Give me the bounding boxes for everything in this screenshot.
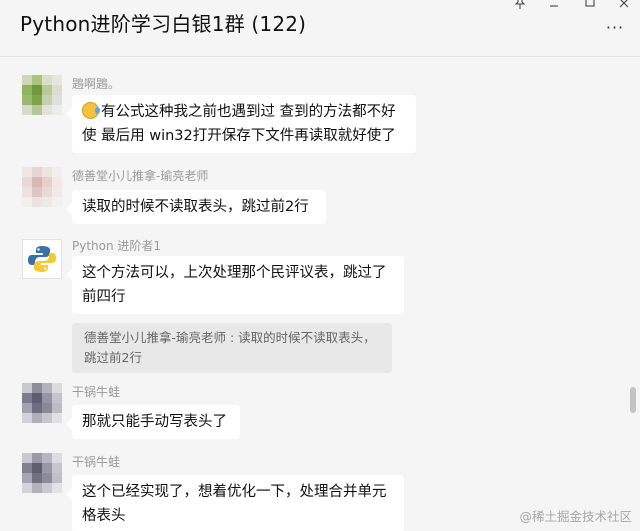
message-line: 使 最后用 win32打开保存下文件再读取就好使了 bbox=[82, 128, 396, 144]
message-bubble[interactable]: 读取的时候不读取表头，跳过前2行 bbox=[66, 190, 326, 224]
message-bubble[interactable]: 这个方法可以，上次处理那个民评议表，跳过了 前四行 bbox=[66, 256, 404, 314]
avatar[interactable] bbox=[22, 167, 62, 207]
minimize-icon[interactable] bbox=[544, 0, 564, 10]
message-list[interactable]: 鶗啊鶗。 有公式这种我之前也遇到过 查到的方法都不好 使 最后用 win32打开… bbox=[0, 57, 626, 531]
scrollbar[interactable] bbox=[626, 57, 640, 531]
avatar[interactable] bbox=[22, 453, 62, 493]
message-bubble[interactable]: 这个已经实现了，想着优化一下，处理合并单元 格表头 bbox=[66, 475, 404, 531]
avatar[interactable] bbox=[22, 75, 62, 115]
message-line: 这个方法可以，上次处理那个民评议表，跳过了 bbox=[82, 265, 387, 281]
message-line: 有公式这种我之前也遇到过 查到的方法都不好 bbox=[82, 100, 406, 124]
chat-title: Python进阶学习白银1群 (122) bbox=[20, 12, 307, 36]
message-bubble[interactable]: 那就只能手动写表头了 bbox=[66, 405, 240, 439]
scrollbar-thumb[interactable] bbox=[630, 387, 636, 413]
quoted-reply[interactable]: 德善堂小儿推拿-瑜亮老师 : 读取的时候不读取表头， 跳过前2行 bbox=[72, 323, 392, 373]
sender-name: 干锅牛蛙 bbox=[72, 455, 121, 469]
sender-name: Python 进阶者1 bbox=[72, 239, 162, 253]
pin-icon[interactable] bbox=[510, 0, 530, 10]
sender-name: 德善堂小儿推拿-瑜亮老师 bbox=[72, 169, 209, 183]
maximize-icon[interactable] bbox=[580, 0, 600, 10]
sweat-smile-emoji-icon bbox=[82, 102, 100, 119]
quote-line: 跳过前2行 bbox=[84, 350, 142, 365]
message-line: 前四行 bbox=[82, 289, 126, 305]
message-bubble[interactable]: 有公式这种我之前也遇到过 查到的方法都不好 使 最后用 win32打开保存下文件… bbox=[66, 95, 416, 153]
message-line: 这个已经实现了，想着优化一下，处理合并单元 bbox=[82, 484, 387, 500]
message-line: 格表头 bbox=[82, 508, 126, 524]
sender-name: 干锅牛蛙 bbox=[72, 385, 121, 399]
avatar[interactable] bbox=[22, 383, 62, 423]
quote-line: 德善堂小儿推拿-瑜亮老师 : 读取的时候不读取表头， bbox=[84, 330, 376, 345]
close-icon[interactable] bbox=[614, 0, 634, 10]
message-line: 读取的时候不读取表头，跳过前2行 bbox=[82, 199, 309, 215]
chat-header: Python进阶学习白银1群 (122) ··· bbox=[0, 0, 640, 57]
sender-name: 鶗啊鶗。 bbox=[72, 77, 121, 91]
python-logo-icon bbox=[28, 246, 56, 272]
more-options-button[interactable]: ··· bbox=[604, 18, 626, 38]
message-line: 那就只能手动写表头了 bbox=[82, 414, 227, 430]
watermark: @稀土掘金技术社区 bbox=[519, 509, 632, 524]
avatar[interactable] bbox=[22, 239, 62, 279]
